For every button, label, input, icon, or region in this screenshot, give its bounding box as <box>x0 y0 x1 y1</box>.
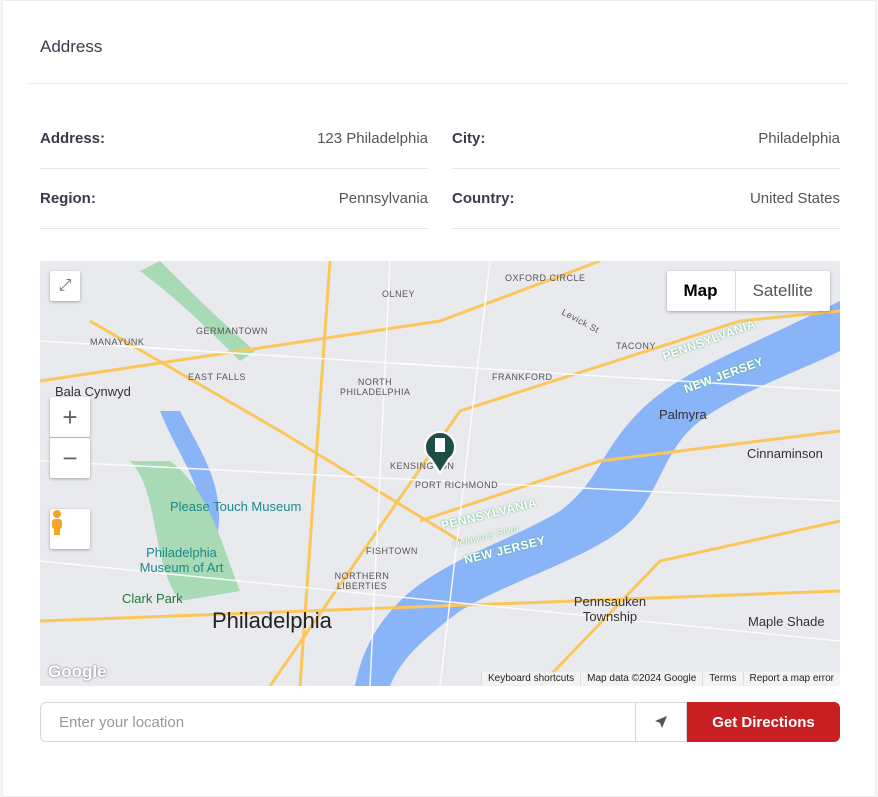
map-type-satellite-button[interactable]: Satellite <box>736 271 830 311</box>
map-label: OXFORD CIRCLE <box>505 273 586 283</box>
field-value: 123 Philadelphia <box>317 130 428 147</box>
pegman-button[interactable] <box>50 509 90 549</box>
zoom-in-button[interactable]: + <box>50 397 90 437</box>
map-type-map-button[interactable]: Map <box>667 271 736 311</box>
map-label: OLNEY <box>382 289 416 299</box>
city-label: Philadelphia <box>212 608 332 633</box>
map-label: Cinnaminson <box>747 446 823 461</box>
location-marker-icon[interactable] <box>423 429 457 475</box>
field-label: Address: <box>40 130 106 147</box>
map-type-control: Map Satellite <box>666 271 830 311</box>
field-country: Country: United States <box>452 169 840 229</box>
field-address: Address: 123 Philadelphia <box>40 109 428 169</box>
map-label: GERMANTOWN <box>196 326 268 336</box>
map-label: Clark Park <box>122 591 183 606</box>
map-label: MANAYUNK <box>90 337 145 347</box>
directions-form: Get Directions <box>40 702 840 742</box>
address-card: Address Address: 123 Philadelphia City: Ph… <box>2 0 876 797</box>
field-label: Country: <box>452 190 515 207</box>
get-directions-button[interactable]: Get Directions <box>687 702 840 742</box>
google-logo: Google <box>48 662 107 681</box>
map-label: FRANKFORD <box>492 372 553 382</box>
map-data-text: Map data ©2024 Google <box>580 672 702 686</box>
field-value: Philadelphia <box>758 130 840 147</box>
park <box>140 261 255 361</box>
fullscreen-button[interactable]: ⤢ <box>50 271 80 301</box>
map-label: Palmyra <box>659 407 707 422</box>
zoom-out-button[interactable]: − <box>50 438 90 478</box>
google-map[interactable]: OLNEY OXFORD CIRCLE GERMANTOWN MANAYUNK … <box>40 261 840 686</box>
section-title: Address <box>40 37 103 56</box>
map-label: Pennsauken Township <box>573 594 647 624</box>
location-input[interactable] <box>40 702 636 742</box>
map-label: NORTH PHILADELPHIA <box>340 377 411 397</box>
keyboard-shortcuts-link[interactable]: Keyboard shortcuts <box>480 672 580 686</box>
fullscreen-icon: ⤢ <box>58 277 72 294</box>
field-label: Region: <box>40 190 96 207</box>
poi-label[interactable]: Philadelphia Museum of Art <box>134 545 229 575</box>
map-label: EAST FALLS <box>188 372 246 382</box>
field-label: City: <box>452 130 486 147</box>
map-label: PORT RICHMOND <box>415 480 499 490</box>
divider <box>29 83 849 84</box>
location-arrow-icon <box>655 716 667 728</box>
field-city: City: Philadelphia <box>452 109 840 169</box>
field-value: United States <box>749 190 840 207</box>
field-region: Region: Pennsylvania <box>40 169 428 229</box>
pegman-icon <box>52 510 62 535</box>
poi-label[interactable]: Please Touch Museum <box>170 499 301 514</box>
map-label: TACONY <box>616 341 656 351</box>
map-label: Maple Shade <box>748 614 825 629</box>
report-error-link[interactable]: Report a map error <box>742 672 840 686</box>
map-label: NORTHERN LIBERTIES <box>334 571 390 591</box>
map-attribution: Keyboard shortcuts Map data ©2024 Google… <box>480 672 840 686</box>
terms-link[interactable]: Terms <box>702 672 742 686</box>
map-label: FISHTOWN <box>366 546 418 556</box>
field-value: Pennsylvania <box>338 190 428 207</box>
use-current-location-button[interactable] <box>636 702 687 742</box>
